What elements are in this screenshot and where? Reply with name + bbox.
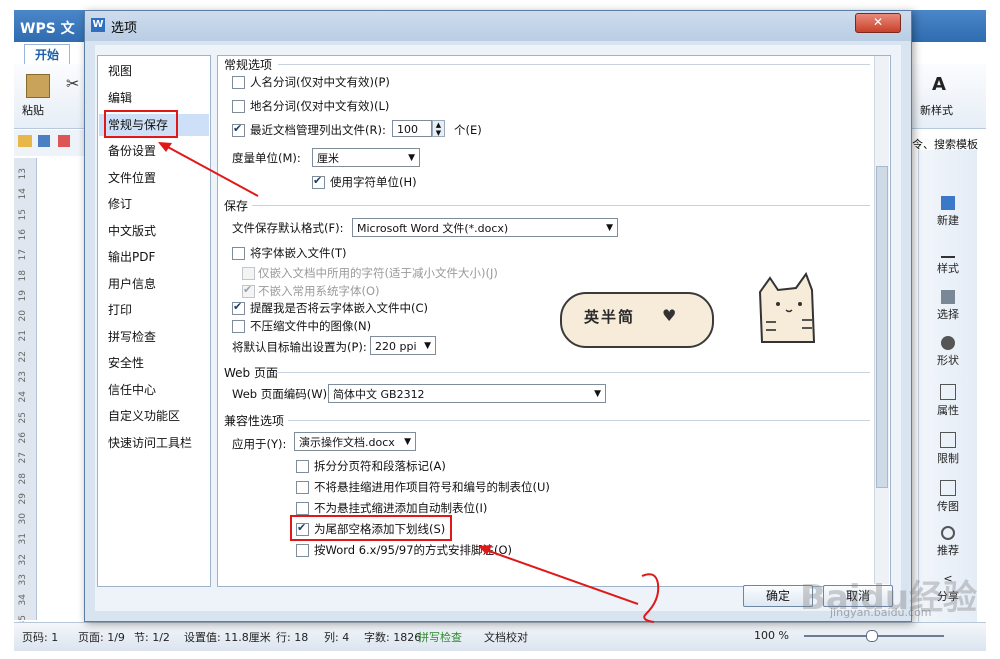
annotation-arrows xyxy=(158,142,660,623)
handwritten-mark xyxy=(641,573,660,623)
arrow-to-option xyxy=(485,549,639,605)
arrow-head xyxy=(478,545,492,555)
baidu-watermark-url: jingyan.baidu.com xyxy=(830,606,932,619)
arrow-to-nav xyxy=(165,145,259,197)
